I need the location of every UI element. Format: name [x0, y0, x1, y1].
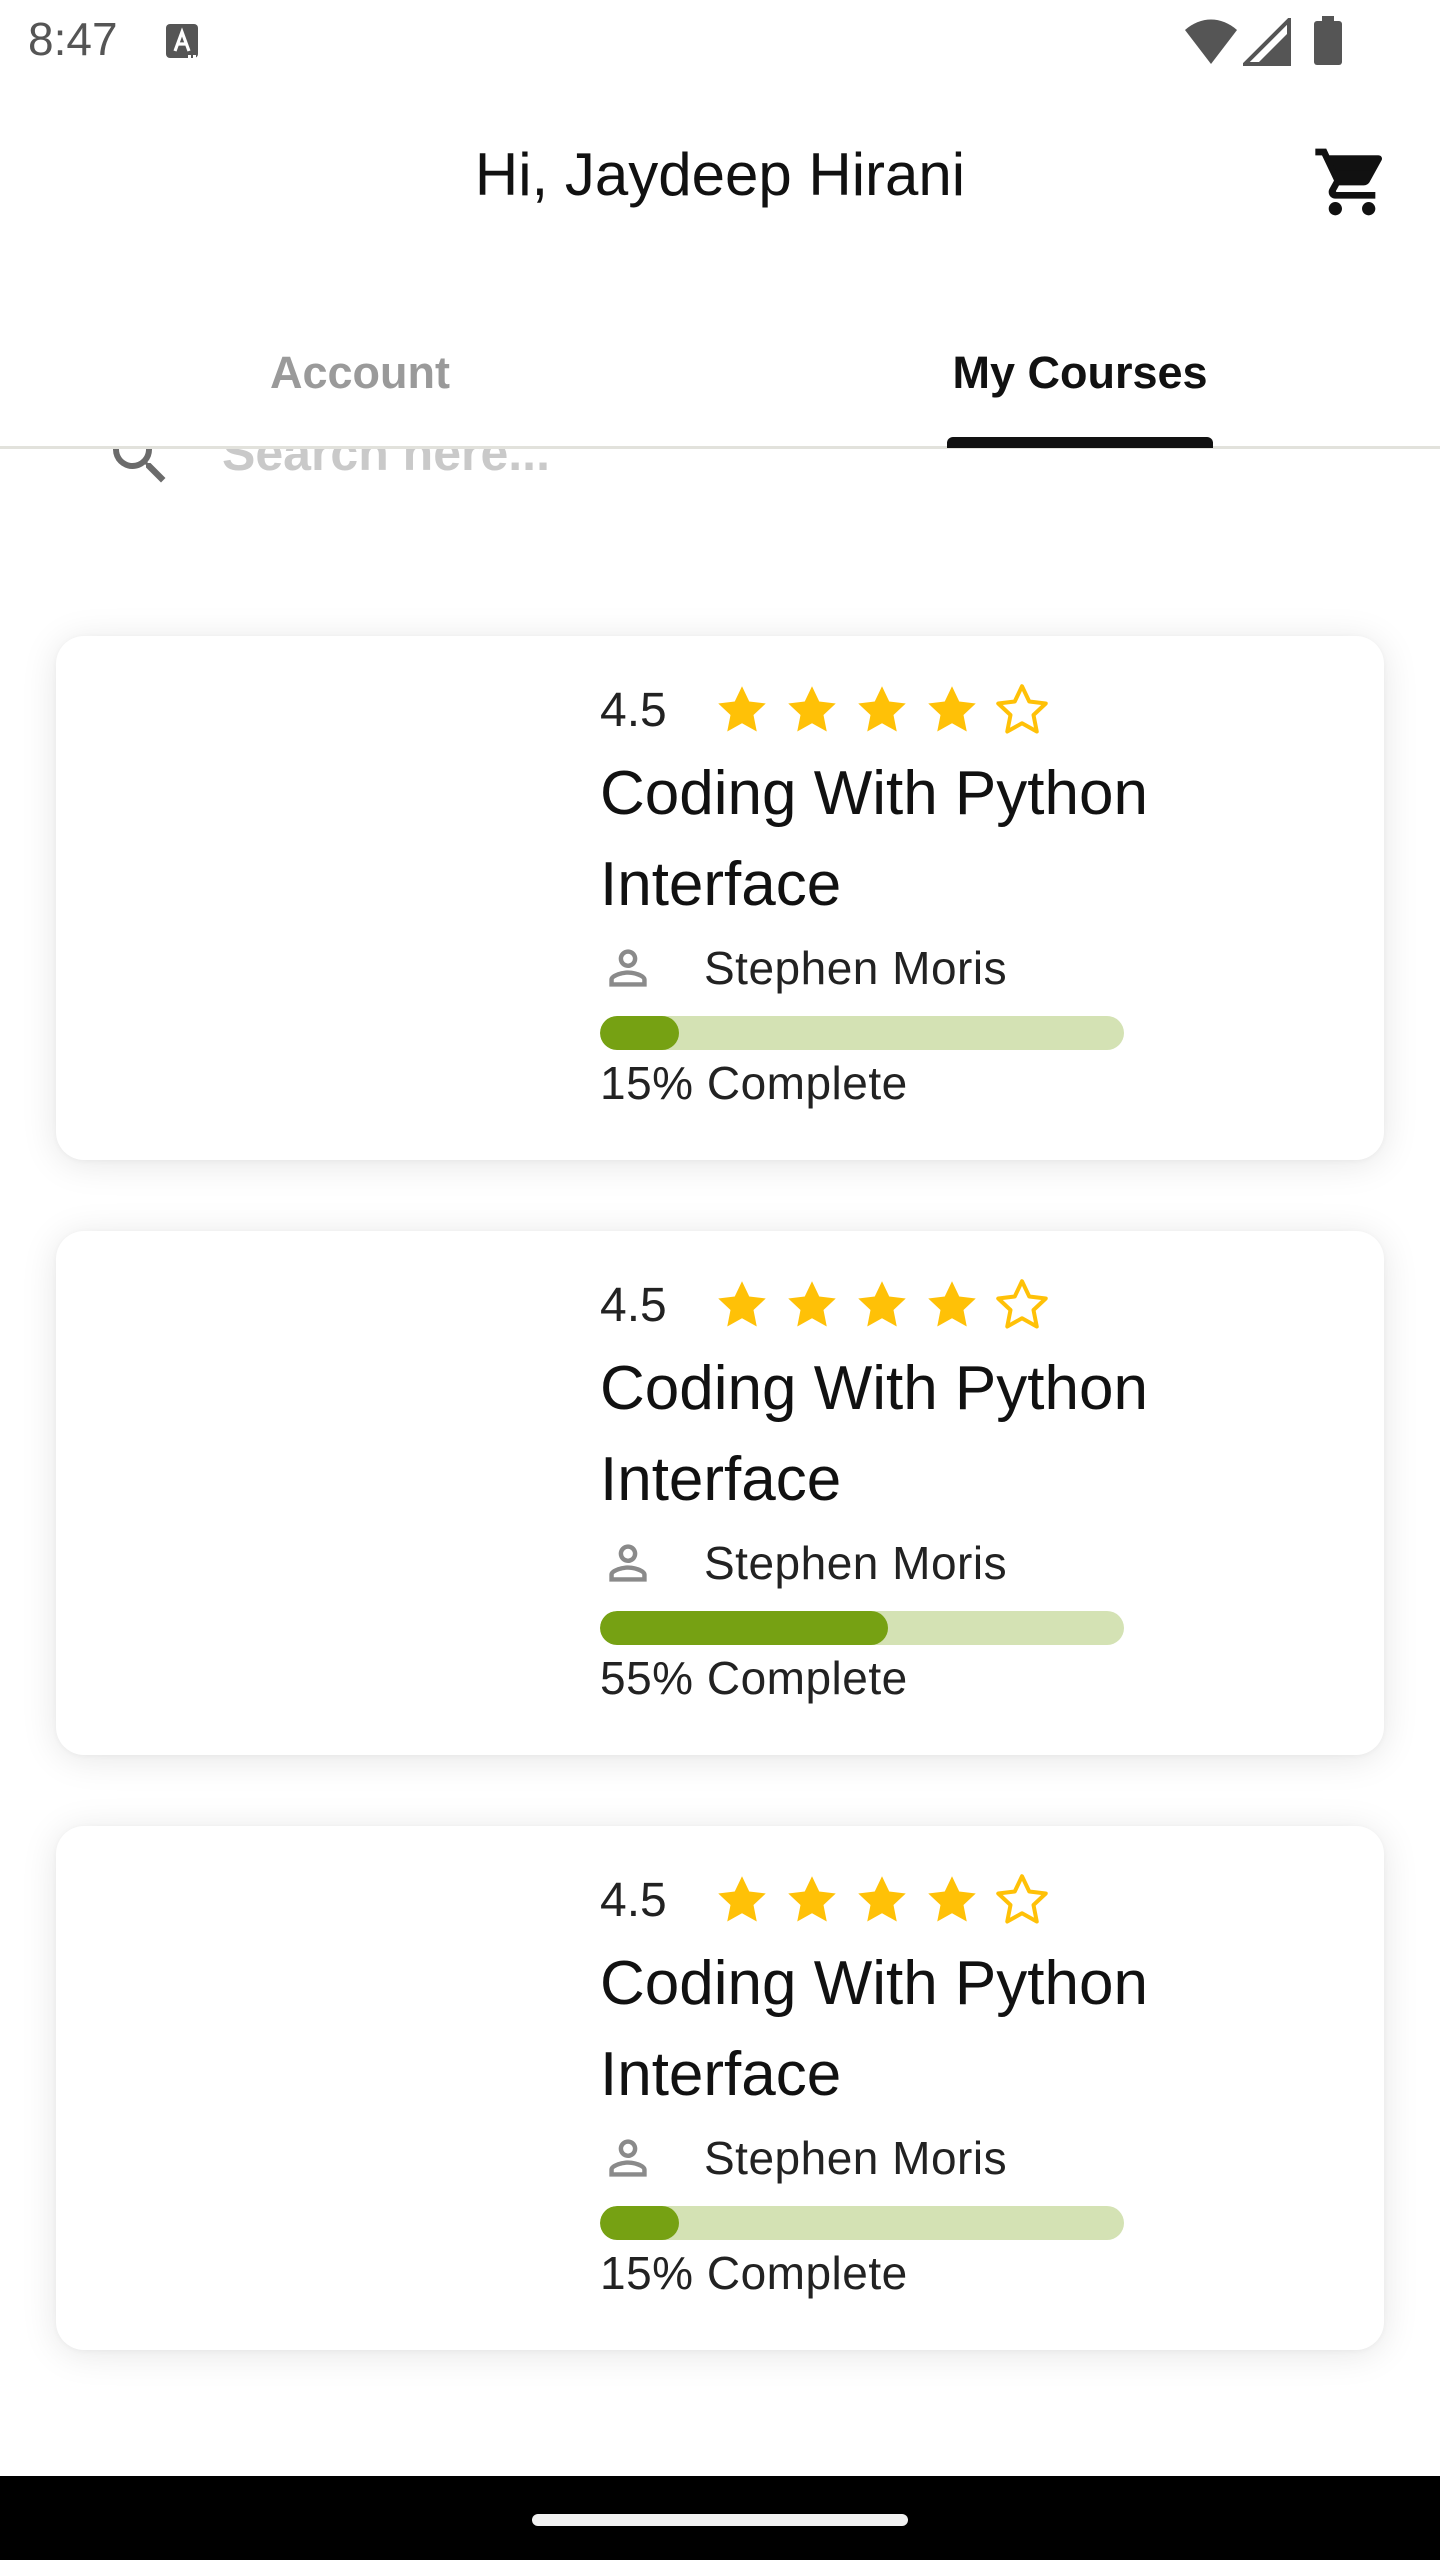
tab-bar: Account My Courses	[0, 300, 1440, 448]
person-icon	[609, 1544, 647, 1582]
course-card[interactable]: 4.5 Coding With Python Interface Stephen…	[56, 636, 1384, 1160]
instructor-row: Stephen Moris	[600, 2126, 1007, 2190]
tab-divider	[0, 446, 1440, 449]
star-filled-icon	[718, 1876, 766, 1922]
star-rating	[712, 1870, 1062, 1930]
tab-my-courses-label: My Courses	[952, 347, 1208, 398]
star-filled-icon	[788, 1876, 836, 1922]
rating-row: 4.5	[600, 1273, 1062, 1337]
person-icon	[609, 949, 647, 987]
battery-icon	[1314, 16, 1342, 65]
rating-row: 4.5	[600, 678, 1062, 742]
person-icon	[609, 2139, 647, 2177]
instructor-row: Stephen Moris	[600, 1531, 1007, 1595]
course-card[interactable]: 4.5 Coding With Python Interface Stephen…	[56, 1826, 1384, 2350]
cart-icon	[1315, 148, 1383, 216]
progress-fill	[600, 1611, 889, 1645]
instructor-row: Stephen Moris	[600, 936, 1007, 1000]
rating-value: 4.5	[600, 683, 667, 737]
progress-fill	[600, 2206, 679, 2240]
star-filled-icon	[928, 1876, 976, 1922]
keyboard-a-icon	[166, 24, 198, 58]
tab-indicator	[947, 437, 1213, 448]
star-filled-icon	[928, 686, 976, 732]
progress-fill	[600, 1016, 679, 1050]
tab-account[interactable]: Account	[0, 300, 720, 446]
progress-bar	[600, 1611, 1124, 1645]
star-outline-icon	[996, 1279, 1048, 1329]
progress-label: 15% Complete	[600, 2247, 908, 2299]
cart-button[interactable]	[1312, 142, 1392, 222]
star-outline-icon	[996, 1874, 1048, 1924]
tab-account-label: Account	[270, 347, 450, 398]
navigation-bar	[0, 2476, 1440, 2560]
star-filled-icon	[858, 686, 906, 732]
course-card[interactable]: 4.5 Coding With Python Interface Stephen…	[56, 1231, 1384, 1755]
instructor-name: Stephen Moris	[704, 942, 1008, 994]
star-outline-icon	[996, 684, 1048, 734]
star-filled-icon	[858, 1281, 906, 1327]
course-title: Coding With Python Interface	[600, 759, 1148, 919]
status-bar: 8:47	[0, 0, 1440, 84]
wifi-icon	[1185, 19, 1237, 64]
rating-value: 4.5	[600, 1873, 667, 1927]
star-filled-icon	[718, 686, 766, 732]
star-filled-icon	[718, 1281, 766, 1327]
status-time: 8:47	[28, 13, 118, 65]
search-bar	[0, 449, 1440, 509]
tab-my-courses[interactable]: My Courses	[720, 300, 1440, 446]
course-title: Coding With Python Interface	[600, 1949, 1148, 2109]
rating-row: 4.5	[600, 1868, 1062, 1932]
star-filled-icon	[858, 1876, 906, 1922]
course-thumbnail	[56, 636, 576, 1160]
progress-bar	[600, 2206, 1124, 2240]
star-filled-icon	[928, 1281, 976, 1327]
search-icon	[113, 449, 166, 483]
page-title: Hi, Jaydeep Hirani	[474, 141, 966, 208]
star-filled-icon	[788, 1281, 836, 1327]
star-rating	[712, 680, 1062, 740]
progress-bar	[600, 1016, 1124, 1050]
rating-value: 4.5	[600, 1278, 667, 1332]
course-thumbnail	[56, 1231, 576, 1755]
search-input[interactable]	[222, 449, 1122, 493]
star-rating	[712, 1275, 1062, 1335]
home-gesture-handle[interactable]	[532, 2514, 908, 2526]
progress-label: 55% Complete	[600, 1652, 908, 1704]
progress-label: 15% Complete	[600, 1057, 908, 1109]
signal-icon	[1243, 18, 1291, 66]
instructor-name: Stephen Moris	[704, 2132, 1008, 2184]
course-title: Coding With Python Interface	[600, 1354, 1148, 1514]
star-filled-icon	[788, 686, 836, 732]
instructor-name: Stephen Moris	[704, 1537, 1008, 1589]
course-thumbnail	[56, 1826, 576, 2350]
